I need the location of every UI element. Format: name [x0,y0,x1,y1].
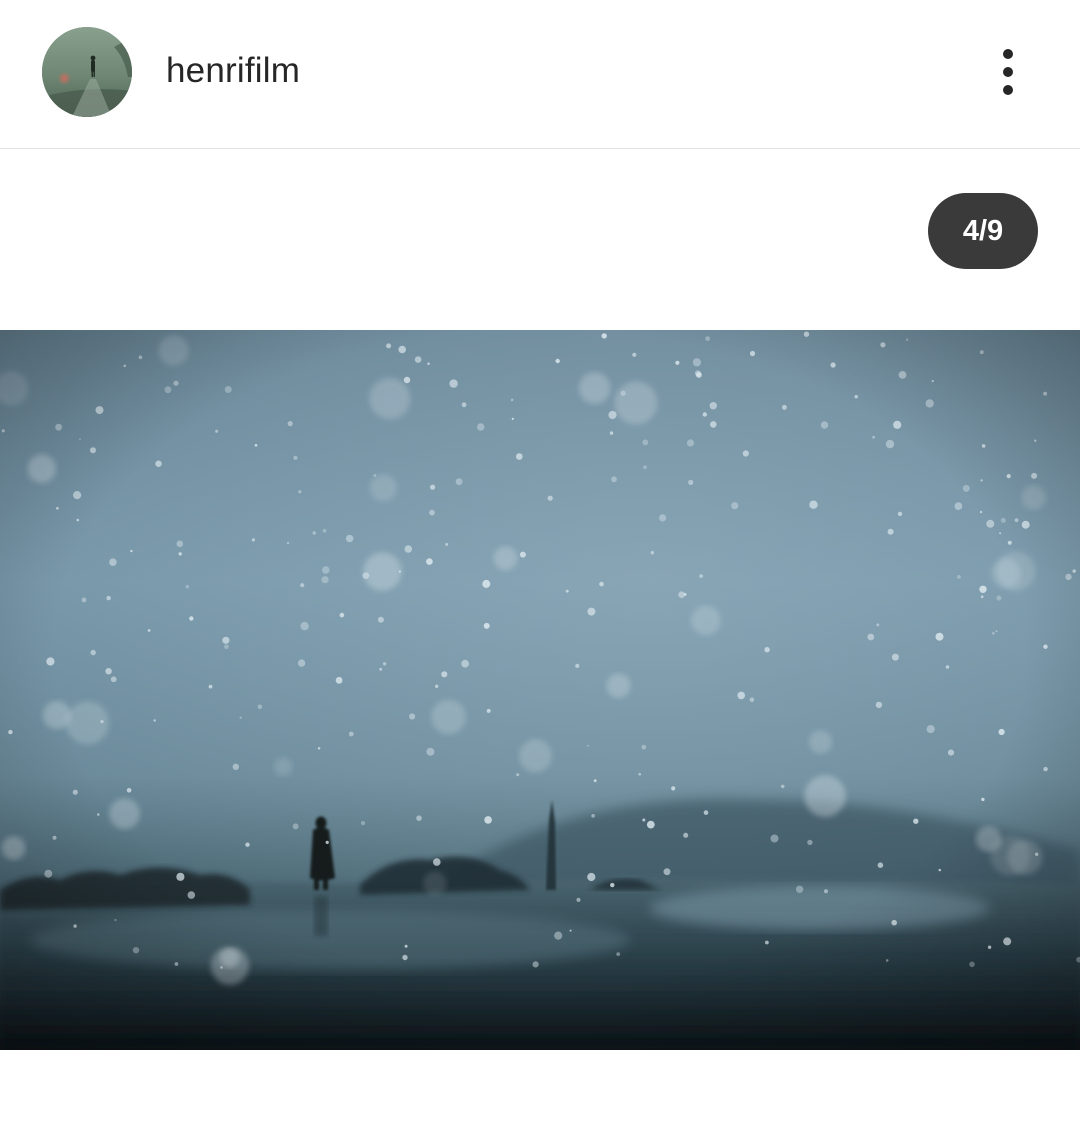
snowy-landscape-image [0,330,1080,1050]
username[interactable]: henrifilm [166,50,300,92]
menu-dot [1003,49,1013,59]
post-photo[interactable] [0,330,1080,1050]
profile-avatar[interactable] [42,27,132,117]
more-options-icon[interactable] [984,40,1032,104]
menu-dot [1003,67,1013,77]
avatar-image [42,27,132,117]
carousel-counter-badge: 4/9 [928,193,1038,269]
menu-dot [1003,85,1013,95]
post-header: henrifilm [0,0,1080,149]
